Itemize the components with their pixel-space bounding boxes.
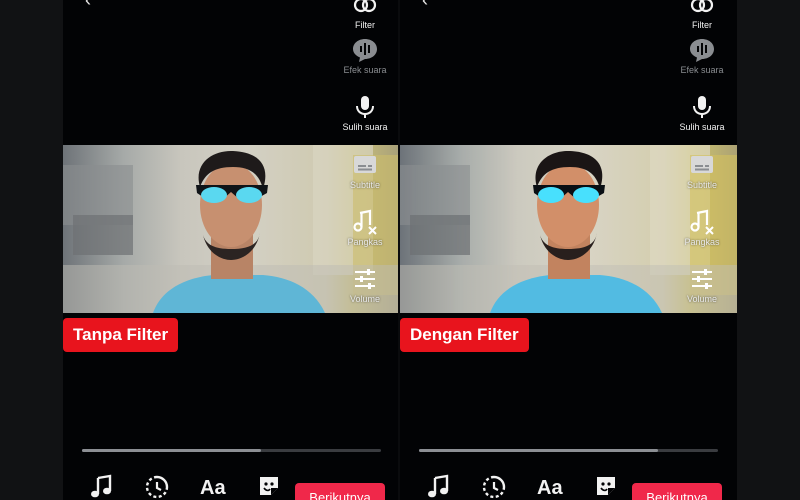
music-note-icon[interactable] — [89, 474, 113, 500]
timer-icon[interactable] — [481, 474, 507, 500]
editor-panel-with-filter: ‹ Filter Efek suara Sulih suara Subtitle… — [400, 0, 737, 500]
trim-icon — [662, 209, 737, 235]
filter-label: Filter — [355, 20, 375, 30]
editor-panel-without-filter: ‹ Filter Efek suara Sulih suara Subtitle… — [63, 0, 400, 500]
filter-label: Filter — [692, 20, 712, 30]
microphone-icon — [662, 94, 737, 120]
voiceover-label: Sulih suara — [342, 122, 388, 132]
trim-label: Pangkas — [347, 237, 383, 247]
next-button[interactable]: Berikutnya — [295, 483, 385, 500]
filter-icon — [325, 0, 400, 18]
sticker-icon[interactable] — [257, 474, 281, 500]
sticker-icon[interactable] — [594, 474, 618, 500]
caption-badge: Tanpa Filter — [63, 318, 179, 352]
subtitle-tool[interactable]: Subtitle — [325, 152, 400, 191]
filter-icon — [662, 0, 737, 18]
voiceover-tool[interactable]: Sulih suara — [325, 94, 400, 133]
microphone-icon — [325, 94, 400, 120]
trim-icon — [325, 209, 400, 235]
trim-label: Pangkas — [684, 237, 720, 247]
text-tool[interactable]: Aa — [200, 477, 226, 500]
volume-sliders-icon — [325, 266, 400, 292]
subtitle-icon — [662, 152, 737, 178]
sound-effect-icon — [325, 37, 400, 63]
subtitle-label: Subtitle — [349, 180, 381, 190]
sound-effect-label: Efek suara — [343, 65, 387, 75]
subtitle-label: Subtitle — [686, 180, 718, 190]
subtitle-tool[interactable]: Subtitle — [662, 152, 737, 191]
trim-tool[interactable]: Pangkas — [662, 209, 737, 248]
next-button[interactable]: Berikutnya — [632, 483, 722, 500]
filter-tool[interactable]: Filter — [662, 0, 737, 31]
timeline-progress-bar[interactable] — [82, 449, 381, 452]
sound-effect-icon — [662, 37, 737, 63]
left-margin — [0, 0, 63, 500]
voiceover-tool[interactable]: Sulih suara — [662, 94, 737, 133]
caption-badge: Dengan Filter — [400, 318, 529, 352]
volume-tool[interactable]: Volume — [325, 266, 400, 305]
trim-tool[interactable]: Pangkas — [325, 209, 400, 248]
back-arrow-icon[interactable]: ‹ — [422, 0, 428, 11]
timeline-progress-fill — [419, 449, 659, 452]
volume-label: Volume — [686, 294, 718, 304]
volume-label: Volume — [349, 294, 381, 304]
sound-effect-label: Efek suara — [680, 65, 724, 75]
timeline-progress-bar[interactable] — [419, 449, 718, 452]
sound-effect-tool[interactable]: Efek suara — [662, 37, 737, 76]
text-tool[interactable]: Aa — [537, 477, 563, 500]
volume-sliders-icon — [662, 266, 737, 292]
back-arrow-icon[interactable]: ‹ — [85, 0, 91, 11]
subtitle-icon — [325, 152, 400, 178]
filter-tool[interactable]: Filter — [325, 0, 400, 31]
right-margin — [737, 0, 800, 500]
volume-tool[interactable]: Volume — [662, 266, 737, 305]
voiceover-label: Sulih suara — [679, 122, 725, 132]
music-note-icon[interactable] — [426, 474, 450, 500]
timeline-progress-fill — [82, 449, 262, 452]
sound-effect-tool[interactable]: Efek suara — [325, 37, 400, 76]
timer-icon[interactable] — [144, 474, 170, 500]
